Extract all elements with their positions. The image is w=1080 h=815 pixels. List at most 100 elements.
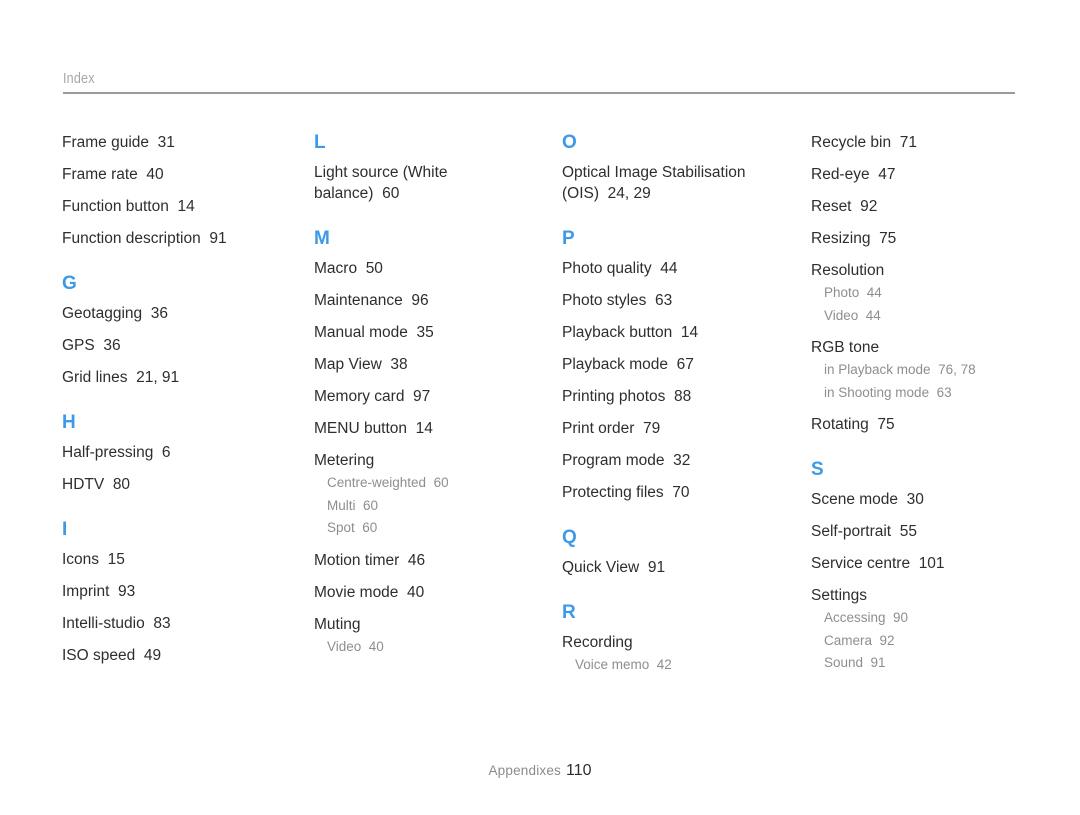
- index-entry-label: Self-portrait: [811, 523, 892, 540]
- index-entry-pages: 32: [664, 452, 691, 469]
- index-entry[interactable]: Macro 50: [314, 258, 514, 279]
- index-entry-label: Printing photos: [562, 388, 666, 405]
- index-entry[interactable]: Scene mode 30: [811, 489, 1011, 510]
- index-entry[interactable]: Protecting files 70: [562, 482, 762, 503]
- index-subentry-label: Video: [824, 307, 859, 323]
- index-entry[interactable]: Half-pressing 6: [62, 442, 262, 463]
- index-subentry[interactable]: Spot 60: [327, 517, 562, 540]
- index-entry[interactable]: Intelli-studio 83: [62, 613, 262, 634]
- index-entry-label: Reset: [811, 198, 852, 215]
- index-entry-pages: 6: [153, 444, 171, 461]
- index-entry[interactable]: MENU button 14: [314, 418, 514, 439]
- index-entry[interactable]: Quick View 91: [562, 557, 762, 578]
- index-entry-label: Half-pressing: [62, 444, 154, 461]
- index-entry-pages: 88: [665, 388, 692, 405]
- index-entry[interactable]: HDTV 80: [62, 474, 262, 495]
- index-subentry-label: Photo: [824, 285, 860, 300]
- index-entry[interactable]: Resolution: [811, 260, 1011, 281]
- index-entry[interactable]: Optical Image Stabilisation (OIS) 24, 29: [562, 162, 762, 204]
- index-subentry-pages: 40: [361, 638, 384, 654]
- index-entry[interactable]: Frame guide 31: [62, 132, 262, 153]
- index-entry-pages: 91: [200, 230, 227, 247]
- index-entry-label: Recycle bin: [811, 134, 892, 151]
- index-subentry[interactable]: Video 40: [327, 636, 562, 659]
- index-entry-label: Function description: [62, 230, 201, 247]
- index-entry[interactable]: Program mode 32: [562, 450, 762, 471]
- index-entry-pages: 55: [891, 523, 917, 540]
- index-subentry[interactable]: Accessing 90: [824, 607, 1041, 630]
- index-entry[interactable]: Playback button 14: [562, 322, 762, 343]
- index-subentry[interactable]: Voice memo 42: [575, 654, 811, 677]
- page-title: Index: [63, 70, 95, 87]
- index-entry-label: Movie mode: [314, 583, 399, 601]
- index-subentry[interactable]: Multi 60: [327, 495, 562, 518]
- index-entry[interactable]: Movie mode 40: [314, 582, 514, 603]
- index-subentry[interactable]: in Playback mode 76, 78: [824, 359, 1041, 382]
- index-entry-pages: 91: [639, 559, 666, 576]
- index-entry[interactable]: Maintenance 96: [314, 290, 514, 311]
- index-subentry-pages: 60: [355, 497, 379, 513]
- index-entry[interactable]: Printing photos 88: [562, 386, 762, 407]
- index-entry-pages: 15: [99, 551, 125, 568]
- index-entry[interactable]: Recycle bin 71: [811, 132, 1011, 153]
- index-entry[interactable]: Memory card 97: [314, 386, 514, 407]
- index-entry-label: ISO speed: [62, 647, 136, 664]
- index-entry[interactable]: Grid lines 21, 91: [62, 367, 262, 388]
- index-entry-pages: 24, 29: [599, 185, 651, 202]
- index-entry-label: Scene mode: [811, 491, 899, 508]
- index-entry[interactable]: Settings: [811, 585, 1011, 606]
- index-entry[interactable]: Manual mode 35: [314, 322, 514, 343]
- index-entry[interactable]: Motion timer 46: [314, 550, 514, 571]
- index-entry-pages: 44: [651, 260, 678, 277]
- index-entry[interactable]: Function description 91: [62, 228, 262, 249]
- index-entry[interactable]: Metering: [314, 450, 514, 471]
- index-entry[interactable]: Print order 79: [562, 418, 762, 439]
- index-entry[interactable]: Recording: [562, 632, 762, 653]
- index-entry[interactable]: Photo styles 63: [562, 290, 762, 311]
- index-subentry[interactable]: Photo 44: [824, 282, 1041, 305]
- index-entry[interactable]: Rotating 75: [811, 414, 1011, 435]
- index-subentry-pages: 92: [872, 632, 895, 648]
- index-entry-pages: 30: [898, 491, 924, 508]
- index-subentry-pages: 42: [649, 657, 672, 672]
- index-entry[interactable]: Map View 38: [314, 354, 514, 375]
- index-entry[interactable]: Resizing 75: [811, 228, 1011, 249]
- index-entry[interactable]: Red-eye 47: [811, 164, 1011, 185]
- index-subentry-label: Multi: [327, 497, 356, 513]
- letter-heading-m: M: [314, 228, 331, 249]
- index-entry[interactable]: ISO speed 49: [62, 645, 262, 666]
- index-subentry-pages: 91: [863, 655, 886, 670]
- index-entry[interactable]: RGB tone: [811, 337, 1011, 358]
- letter-heading-q: Q: [562, 527, 578, 548]
- index-entry-pages: 50: [357, 260, 383, 277]
- index-column-1: Frame guide 31 Frame rate 40 Function butt…: [62, 132, 314, 687]
- index-entry-pages: 79: [634, 420, 661, 437]
- index-entry-label: Manual mode: [314, 324, 408, 341]
- index-entry-pages: 97: [404, 388, 431, 405]
- index-entry[interactable]: Light source (White balance) 60: [314, 162, 514, 204]
- index-entry-label: Motion timer: [314, 551, 400, 569]
- index-entry[interactable]: Geotagging 36: [62, 303, 262, 324]
- index-entry-label: Rotating: [811, 416, 869, 433]
- index-entry[interactable]: Service centre 101: [811, 553, 1011, 574]
- index-subentry[interactable]: in Shooting mode 63: [824, 382, 1041, 405]
- index-entry[interactable]: Frame rate 40: [62, 164, 262, 185]
- index-subentry[interactable]: Sound 91: [824, 652, 1041, 675]
- index-entry[interactable]: Playback mode 67: [562, 354, 762, 375]
- index-entry[interactable]: Function button 14: [62, 196, 262, 217]
- index-entry[interactable]: Muting: [314, 614, 514, 635]
- index-entry-label: Memory card: [314, 388, 405, 405]
- index-subentry[interactable]: Centre-weighted 60: [327, 472, 562, 495]
- index-entry[interactable]: Imprint 93: [62, 581, 262, 602]
- index-entry[interactable]: Photo quality 44: [562, 258, 762, 279]
- index-entry-label: Quick View: [562, 559, 640, 576]
- index-entry[interactable]: Self-portrait 55: [811, 521, 1011, 542]
- index-entry[interactable]: Reset 92: [811, 196, 1011, 217]
- index-subentry-label: Video: [327, 638, 362, 654]
- index-subentry[interactable]: Camera 92: [824, 630, 1041, 653]
- index-subentry[interactable]: Video 44: [824, 305, 1041, 328]
- index-entry[interactable]: GPS 36: [62, 335, 262, 356]
- index-entry-pages: 36: [94, 337, 121, 354]
- index-entry-label: Map View: [314, 356, 382, 373]
- index-entry[interactable]: Icons 15: [62, 549, 262, 570]
